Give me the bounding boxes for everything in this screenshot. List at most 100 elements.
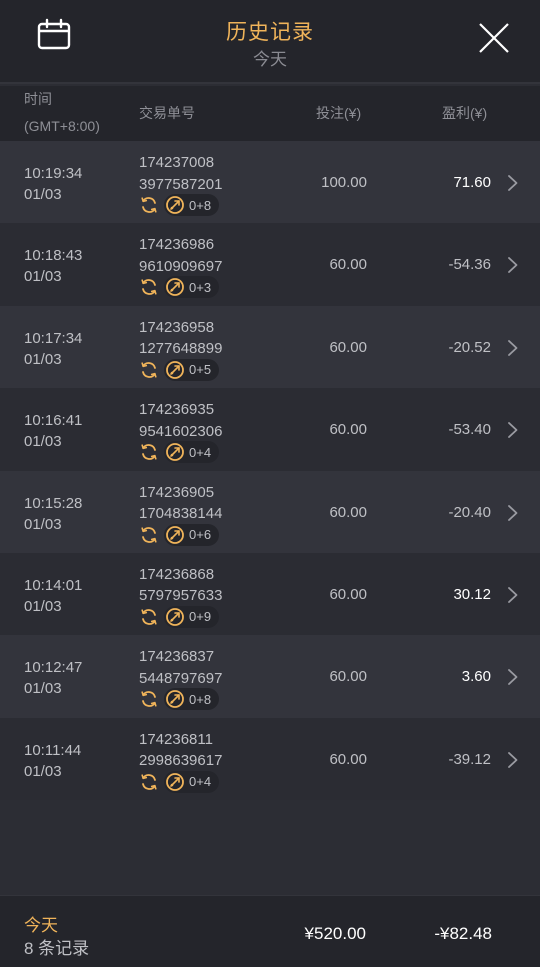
row-badge-count: 0+8 xyxy=(189,691,212,707)
chevron-right-icon[interactable] xyxy=(507,504,519,522)
row-date-value: 01/03 xyxy=(24,597,62,615)
page-title: 历史记录 xyxy=(226,21,314,44)
header: 历史记录 今天 xyxy=(0,0,540,84)
history-list: 10:19:34 01/03 174237008 3977587201 0+8 100.0… xyxy=(0,141,540,801)
row-order-line1: 174236811 xyxy=(139,730,213,748)
row-bet: 60.00 xyxy=(329,503,367,521)
row-time-value: 10:16:41 xyxy=(24,412,83,430)
row-order-line1: 174236905 xyxy=(139,483,215,501)
row-time-value: 10:19:34 xyxy=(24,165,83,182)
refresh-icon xyxy=(139,525,159,545)
close-icon[interactable] xyxy=(476,20,512,56)
row-time: 10:11:44 01/03 xyxy=(24,740,81,782)
refresh-icon xyxy=(139,689,159,709)
history-row[interactable]: 10:12:47 01/03 174236837 5448797697 0+8 60.00… xyxy=(0,635,540,718)
row-time-value: 10:17:34 xyxy=(24,329,83,347)
history-row[interactable]: 10:15:28 01/03 174236905 1704838144 0+6 60.00… xyxy=(0,470,540,553)
row-profit: 30.12 xyxy=(453,585,491,603)
chevron-right-icon[interactable] xyxy=(507,339,519,357)
row-bet: 60.00 xyxy=(329,256,367,274)
row-order-line1: 174236935 xyxy=(139,401,215,419)
row-badge: 0+9 xyxy=(164,605,220,628)
chevron-right-icon[interactable] xyxy=(507,586,519,604)
page-subtitle: 今天 xyxy=(253,50,287,69)
row-bet: 60.00 xyxy=(329,421,367,439)
row-order-line2: 5797957633 xyxy=(139,587,223,605)
ball-icon xyxy=(165,689,185,709)
row-badges: 0+5 xyxy=(139,358,220,381)
history-row[interactable]: 10:14:01 01/03 174236868 5797957633 0+9 60.00… xyxy=(0,552,540,636)
history-row[interactable]: 10:19:34 01/03 174237008 3977587201 0+8 100.0… xyxy=(0,141,540,224)
row-order-line2: 2998639617 xyxy=(139,752,223,770)
row-time-value: 10:18:43 xyxy=(24,247,83,265)
history-row[interactable]: 10:17:34 01/03 174236958 1277648899 0+5 60.00… xyxy=(0,305,540,389)
history-row[interactable]: 10:18:43 01/03 174236986 9610909697 0+3 60.00… xyxy=(0,223,540,306)
row-badges: 0+8 xyxy=(139,194,220,216)
footer-record-count: 8 条记录 xyxy=(24,939,90,958)
row-bet: 60.00 xyxy=(329,750,367,768)
row-time: 10:15:28 01/03 xyxy=(24,493,82,535)
history-row[interactable]: 10:11:44 01/03 174236811 2998639617 0+4 60.00… xyxy=(0,717,540,801)
column-header-profit: 盈利(¥) xyxy=(442,105,488,121)
refresh-icon xyxy=(139,360,159,380)
row-badge-count: 0+4 xyxy=(189,774,212,790)
row-badge: 0+8 xyxy=(164,194,220,216)
chevron-right-icon[interactable] xyxy=(507,174,519,192)
chevron-right-icon[interactable] xyxy=(507,421,519,439)
row-order-line1: 174236958 xyxy=(139,318,215,336)
refresh-icon xyxy=(139,442,159,462)
footer-total-bet: ¥520.00 xyxy=(304,924,366,943)
chevron-right-icon[interactable] xyxy=(507,751,519,769)
row-bet: 100.00 xyxy=(321,174,367,191)
chevron-right-icon[interactable] xyxy=(507,256,519,274)
row-badge: 0+8 xyxy=(164,688,220,711)
ball-icon xyxy=(165,525,185,545)
row-date-value: 01/03 xyxy=(24,433,62,451)
row-order-number: 174236986 9610909697 xyxy=(139,234,222,277)
summary-footer: 今天 8 条记录 ¥520.00 -¥82.48 xyxy=(0,895,540,967)
row-badge: 0+4 xyxy=(164,770,220,793)
row-time-value: 10:12:47 xyxy=(24,659,83,677)
column-headers: 时间 (GMT+8:00) 交易单号 投注(¥) 盈利(¥) xyxy=(0,86,540,141)
row-order-line2: 9541602306 xyxy=(139,422,223,440)
row-time-value: 10:14:01 xyxy=(24,576,83,594)
footer-period: 今天 xyxy=(24,916,58,935)
row-order-number: 174236811 2998639617 xyxy=(139,729,222,772)
row-badge-count: 0+5 xyxy=(189,362,212,378)
row-profit: -54.36 xyxy=(448,256,491,274)
chevron-right-icon[interactable] xyxy=(507,668,519,686)
row-date-value: 01/03 xyxy=(24,680,62,698)
row-time: 10:12:47 01/03 xyxy=(24,657,82,699)
row-order-line1: 174236837 xyxy=(139,648,215,666)
history-row[interactable]: 10:16:41 01/03 174236935 9541602306 0+4 60.00… xyxy=(0,388,540,471)
row-time: 10:16:41 01/03 xyxy=(24,410,82,452)
row-badge: 0+5 xyxy=(164,358,220,381)
row-profit: -20.52 xyxy=(448,338,491,356)
ball-icon xyxy=(165,607,185,627)
row-order-line2: 1704838144 xyxy=(139,505,223,523)
row-bet: 60.00 xyxy=(329,338,367,356)
row-time: 10:19:34 01/03 xyxy=(24,163,82,205)
row-order-number: 174236868 5797957633 xyxy=(139,564,222,607)
row-profit: -53.40 xyxy=(448,421,491,439)
row-date-value: 01/03 xyxy=(24,268,62,286)
row-time: 10:17:34 01/03 xyxy=(24,328,82,370)
refresh-icon xyxy=(139,277,159,297)
ball-icon xyxy=(165,195,185,215)
row-order-line1: 174236868 xyxy=(139,565,215,583)
row-bet: 60.00 xyxy=(329,585,367,603)
row-badges: 0+4 xyxy=(139,441,220,464)
row-badge-count: 0+9 xyxy=(189,609,212,625)
row-time-value: 10:11:44 xyxy=(24,741,82,759)
row-badge: 0+4 xyxy=(164,441,220,464)
row-date-value: 01/03 xyxy=(24,515,62,533)
ball-icon xyxy=(165,772,185,792)
ball-icon xyxy=(165,360,185,380)
row-profit: -39.12 xyxy=(448,750,491,768)
row-time: 10:18:43 01/03 xyxy=(24,245,82,287)
row-order-number: 174236837 5448797697 xyxy=(139,646,222,689)
row-date-value: 01/03 xyxy=(24,762,62,780)
footer-total-profit: -¥82.48 xyxy=(434,924,492,943)
row-order-number: 174236958 1277648899 xyxy=(139,317,222,360)
ball-icon xyxy=(165,442,185,462)
